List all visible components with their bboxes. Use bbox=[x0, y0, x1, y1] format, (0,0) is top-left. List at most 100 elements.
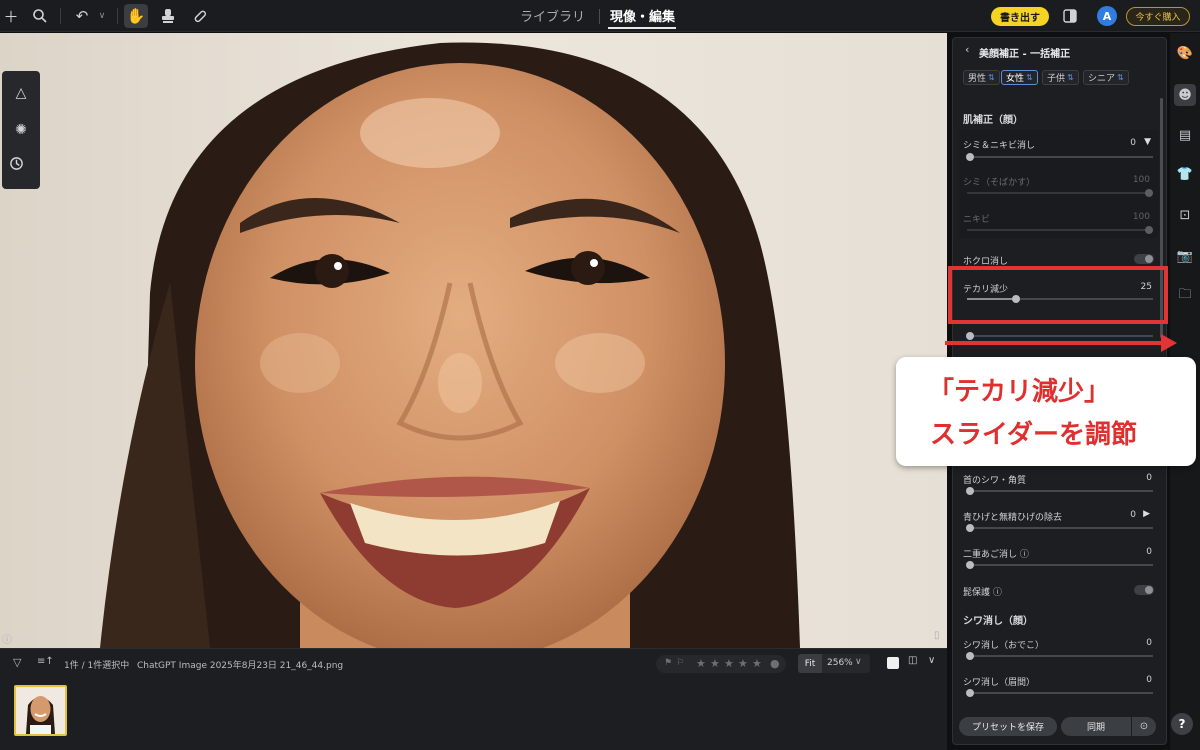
undo-history-chevron-icon[interactable]: ∨ bbox=[90, 4, 114, 28]
section-skin-title: 肌補正（顔） bbox=[963, 115, 1023, 126]
active-tab-indicator bbox=[608, 27, 676, 29]
info-icon[interactable]: ⓘ bbox=[2, 631, 12, 646]
star-icon[interactable]: ★ bbox=[752, 657, 762, 670]
spot-acne-value[interactable]: 0 bbox=[1130, 138, 1136, 148]
portrait-photo bbox=[0, 33, 947, 648]
spot-acne-slider[interactable] bbox=[966, 153, 1153, 161]
freckles-value[interactable]: 100 bbox=[1133, 175, 1150, 185]
camera-icon[interactable]: 📷 bbox=[1174, 245, 1196, 267]
help-icon[interactable]: ? bbox=[1171, 713, 1193, 735]
tab-library[interactable]: ライブラリ bbox=[520, 6, 585, 25]
color-label-icon[interactable]: ● bbox=[770, 657, 780, 670]
chip-female[interactable]: 女性 ⇅ bbox=[1001, 70, 1038, 85]
photo-thumbnail[interactable] bbox=[14, 685, 67, 736]
brow-wrinkle-value[interactable]: 0 bbox=[1146, 675, 1152, 685]
annotation-arrow-head bbox=[1161, 334, 1177, 352]
single-view-icon[interactable] bbox=[887, 657, 899, 669]
before-after-icon[interactable]: ◫ bbox=[908, 655, 917, 666]
search-icon[interactable] bbox=[28, 4, 52, 28]
selection-count: 1件 / 1件選択中 bbox=[64, 661, 130, 671]
collapse-caret-icon[interactable]: ▼ bbox=[1144, 137, 1151, 147]
filmstrip-bar: ▽ ≡↑ 1件 / 1件選択中 ChatGPT Image 2025年8月23日… bbox=[0, 648, 947, 750]
clothing-icon[interactable]: 👕 bbox=[1174, 163, 1196, 185]
slider-knob[interactable] bbox=[966, 487, 974, 495]
zoom-fit-button[interactable]: Fit bbox=[798, 654, 822, 673]
star-icon[interactable]: ★ bbox=[696, 657, 706, 670]
chip-child[interactable]: 子供 ⇅ bbox=[1042, 70, 1079, 85]
toolbar-divider bbox=[60, 8, 61, 24]
chevron-down-icon[interactable]: ∨ bbox=[855, 657, 862, 667]
zoom-level[interactable]: 256% bbox=[827, 658, 853, 668]
chip-male[interactable]: 男性 ⇅ bbox=[963, 70, 1000, 85]
annotation-arrow bbox=[945, 341, 1163, 345]
slider-knob[interactable] bbox=[966, 652, 974, 660]
beard-removal-value[interactable]: 0 bbox=[1130, 510, 1136, 520]
face-retouch-icon[interactable]: ☻ bbox=[1174, 84, 1196, 106]
compare-view-icon[interactable] bbox=[1058, 4, 1082, 28]
tab-develop[interactable]: 現像・編集 bbox=[610, 6, 675, 25]
sync-button[interactable]: 同期 bbox=[1061, 717, 1131, 736]
freckles-slider[interactable] bbox=[967, 189, 1153, 197]
crop-icon[interactable]: ⊡ bbox=[1174, 204, 1196, 226]
buy-now-button[interactable]: 今すぐ購入 bbox=[1126, 7, 1190, 26]
forehead-wrinkle-slider[interactable] bbox=[966, 652, 1153, 660]
acne-value[interactable]: 100 bbox=[1133, 212, 1150, 222]
chevron-down-icon[interactable]: ∨ bbox=[928, 655, 935, 666]
auto-enhance-icon[interactable]: △ bbox=[9, 81, 33, 105]
sync-options-icon[interactable]: ⊙ bbox=[1132, 717, 1156, 736]
filter-icon[interactable]: ▽ bbox=[13, 656, 21, 669]
double-chin-label: 二重あご消し ⓘ bbox=[963, 550, 1029, 560]
user-avatar[interactable]: A bbox=[1097, 6, 1117, 26]
panel-toggle-icon[interactable]: ▯ bbox=[934, 630, 940, 641]
star-icon[interactable]: ★ bbox=[738, 657, 748, 670]
stamp-tool-icon[interactable] bbox=[156, 4, 180, 28]
photo-canvas[interactable]: △ ✺ bbox=[0, 33, 947, 648]
export-button[interactable]: 書き出す bbox=[991, 7, 1049, 26]
rating-bar: ⚑ ⚐ ★ ★ ★ ★ ★ ● bbox=[656, 655, 786, 673]
history-icon[interactable] bbox=[9, 156, 33, 180]
toggle-knob bbox=[1145, 255, 1153, 263]
hidden-slider[interactable] bbox=[966, 332, 1153, 340]
slider-knob[interactable] bbox=[966, 561, 974, 569]
sort-icon[interactable]: ≡↑ bbox=[37, 656, 54, 667]
double-chin-value[interactable]: 0 bbox=[1146, 547, 1152, 557]
slider-knob[interactable] bbox=[966, 524, 974, 532]
chip-toggle-icon: ⇅ bbox=[988, 73, 995, 82]
forehead-wrinkle-value[interactable]: 0 bbox=[1146, 638, 1152, 648]
beard-protect-label: 髭保護 ⓘ bbox=[963, 588, 1002, 598]
slider-knob[interactable] bbox=[966, 332, 974, 340]
slider-knob[interactable] bbox=[966, 153, 974, 161]
expand-caret-icon[interactable]: ▶ bbox=[1143, 509, 1150, 519]
save-preset-button[interactable]: プリセットを保存 bbox=[959, 717, 1057, 736]
hand-tool-icon[interactable]: ✋ bbox=[124, 4, 148, 28]
beard-protect-toggle[interactable] bbox=[1134, 585, 1154, 595]
star-icon[interactable]: ★ bbox=[724, 657, 734, 670]
mole-removal-toggle[interactable] bbox=[1134, 254, 1154, 264]
slider-knob[interactable] bbox=[1145, 226, 1153, 234]
palette-icon[interactable]: 🎨 bbox=[1174, 42, 1196, 64]
beard-removal-slider[interactable] bbox=[966, 524, 1153, 532]
back-chevron-icon[interactable]: ‹ bbox=[953, 43, 969, 56]
slider-knob[interactable] bbox=[1145, 189, 1153, 197]
toggle-knob bbox=[1145, 586, 1153, 594]
background-icon[interactable]: ▤ bbox=[1174, 124, 1196, 146]
reject-flag-icon[interactable]: ⚐ bbox=[676, 658, 684, 668]
brow-wrinkle-slider[interactable] bbox=[966, 689, 1153, 697]
folder-settings-icon[interactable]: 🗀 bbox=[1174, 285, 1196, 307]
healing-brush-icon[interactable] bbox=[188, 4, 212, 28]
neck-wrinkle-label: 首のシワ・角質 bbox=[963, 476, 1027, 486]
neck-wrinkle-slider[interactable] bbox=[966, 487, 1153, 495]
callout-line-1: 「テカリ減少」 bbox=[928, 377, 1111, 407]
acne-slider[interactable] bbox=[967, 226, 1153, 234]
beard-removal-label: 青ひげと無精ひげの除去 bbox=[963, 513, 1063, 523]
double-chin-slider[interactable] bbox=[966, 561, 1153, 569]
chip-senior[interactable]: シニア ⇅ bbox=[1083, 70, 1129, 85]
slider-knob[interactable] bbox=[966, 689, 974, 697]
adjustment-brush-icon[interactable]: ✺ bbox=[9, 118, 33, 142]
neck-wrinkle-value[interactable]: 0 bbox=[1146, 473, 1152, 483]
toolbar-divider bbox=[117, 8, 118, 24]
star-icon[interactable]: ★ bbox=[710, 657, 720, 670]
add-icon[interactable]: ＋ bbox=[0, 4, 23, 28]
flag-icon[interactable]: ⚑ bbox=[664, 658, 672, 668]
top-toolbar: ＋ ↶ ∨ ✋ ライブラリ 現像・編集 書き出す A 今すぐ購入 bbox=[0, 0, 1200, 32]
